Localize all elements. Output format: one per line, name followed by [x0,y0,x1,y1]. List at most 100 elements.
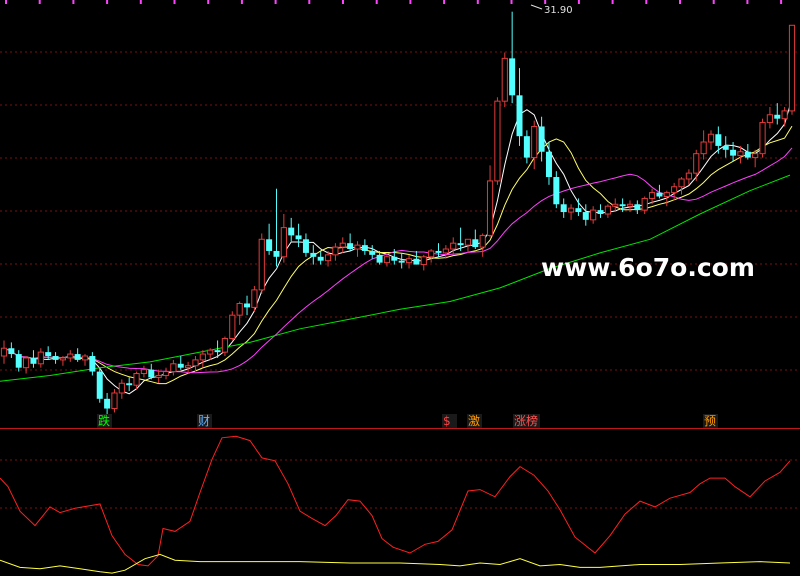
candle [700,130,707,160]
chart-svg: 跌 财 $ 激 涨榜 预 31.90 www.6o7o.com [0,0,800,574]
top-marker [443,0,446,4]
candle [428,249,435,263]
candle [413,250,420,265]
candle-body [486,180,494,236]
tag-dollar: $ [443,414,451,428]
candle-body [523,136,530,158]
candle [266,223,273,255]
candle-body [752,153,759,159]
candle [170,359,177,376]
top-marker [375,0,378,4]
candle-body [332,246,339,256]
candle-body [111,392,118,410]
top-markers [5,0,783,4]
candle-body [450,242,457,250]
candle [244,295,251,316]
top-marker [207,0,210,4]
top-marker [274,0,277,4]
candle-body [376,254,383,263]
candle [759,118,766,158]
candle-body [89,356,96,372]
top-marker [308,0,311,4]
candle [494,97,501,185]
tag-cai: 财 [198,414,210,428]
candle-body [538,126,545,152]
top-marker [72,0,75,4]
top-marker [342,0,344,4]
candle-body [442,248,449,254]
candle-body [428,250,435,258]
candle-body [133,373,140,386]
candle-body [575,208,582,213]
candle-body [759,122,766,155]
candle [310,245,317,265]
candle [707,130,715,150]
candle [531,120,538,170]
candle [538,116,545,162]
top-marker [240,0,243,4]
candle [634,200,641,214]
candle [678,177,685,195]
candle [288,217,295,242]
candle-body [678,178,685,188]
candle-body [81,355,89,361]
ma5-line [3,98,793,395]
candle [126,377,133,392]
top-marker [544,0,547,4]
candle-body [516,95,523,137]
candle-body [162,371,170,376]
candle-body [413,258,420,265]
candle [361,239,368,255]
candle-body [251,289,258,308]
candle-body [582,212,589,220]
candle-body [634,204,641,211]
candle [685,169,692,185]
candle-body [531,125,538,159]
candle-body [258,238,265,291]
candle [545,142,552,185]
top-marker [409,0,412,4]
candle-body [214,350,221,353]
candle [280,214,287,263]
candle [67,350,74,362]
stock-chart: 跌 财 $ 激 涨榜 预 31.90 www.6o7o.com [0,0,800,576]
candle-body [244,303,251,308]
candle [30,350,37,368]
candle [22,356,30,374]
top-marker [106,0,109,4]
top-marker [645,0,648,4]
candle-body [501,57,508,102]
candle [501,52,508,107]
candle [744,143,751,160]
candle [221,336,229,357]
candle-body [648,192,656,199]
candle [185,361,192,374]
candle-body [192,359,199,367]
candle-body [59,357,67,361]
candle-body [464,238,472,246]
candle-body [715,134,722,146]
candle-body [280,227,287,258]
candle [597,204,604,218]
candle [472,229,479,250]
candle-body [148,369,155,378]
candle [354,241,361,257]
candle-body [52,356,59,360]
candle-body [302,239,309,253]
candle-body [619,204,626,207]
candle [155,369,162,384]
candle-body [663,192,670,197]
candle-body [420,256,427,266]
candle [479,233,486,257]
event-tags: 跌 财 $ 激 涨榜 预 [97,413,718,428]
candle [15,350,22,372]
candle [140,365,148,378]
candle-body [560,204,567,213]
candle-body [685,172,692,180]
candle [383,254,391,267]
candle-body [722,145,729,150]
candle-body [236,302,243,316]
candle-body [383,256,391,264]
top-marker [780,0,783,4]
candle-body [45,352,52,357]
